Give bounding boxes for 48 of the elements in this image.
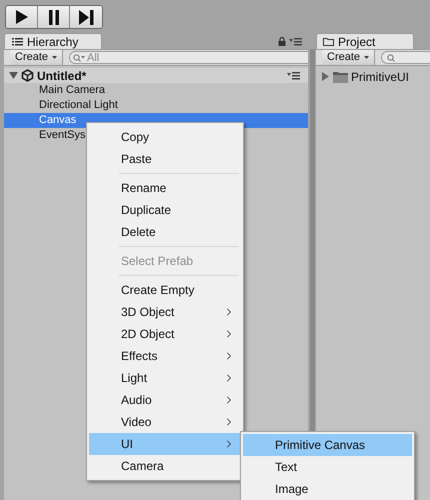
caret-icon [52, 56, 58, 59]
menu-item[interactable]: Paste [89, 148, 241, 170]
pause-icon [48, 10, 60, 24]
hierarchy-item[interactable]: Directional Light [4, 98, 308, 113]
folder-icon [323, 38, 334, 46]
menu-item[interactable]: Primitive Canvas [243, 434, 412, 456]
scene-name: Untitled* [37, 70, 86, 82]
item-label: PrimitiveUI [351, 70, 410, 82]
menu-item[interactable]: Create Empty [89, 279, 241, 301]
expand-arrow-icon[interactable] [9, 71, 18, 80]
menu-item[interactable]: Effects [89, 345, 241, 367]
folder-icon [333, 70, 348, 82]
pause-button[interactable] [38, 6, 70, 28]
expand-arrow-icon[interactable] [321, 72, 330, 81]
menu-item[interactable]: Text [243, 456, 412, 478]
search-field[interactable]: All [69, 51, 308, 64]
menu-item[interactable]: Image [243, 478, 412, 500]
play-button[interactable] [6, 6, 38, 28]
step-icon [78, 10, 94, 24]
menu-icon[interactable] [287, 72, 300, 80]
search-icon [387, 54, 396, 62]
menu-item[interactable]: 2D Object [89, 323, 241, 345]
menu-item[interactable]: 3D Object [89, 301, 241, 323]
menu-item[interactable]: Duplicate [89, 199, 241, 221]
search-field[interactable] [381, 51, 430, 64]
hierarchy-item[interactable]: Main Camera [4, 83, 308, 98]
menu-item[interactable]: Audio [89, 389, 241, 411]
menu-icon[interactable] [289, 38, 302, 46]
project-item[interactable]: PrimitiveUI [316, 69, 430, 84]
lock-icon[interactable] [278, 37, 286, 46]
menu-item[interactable]: Copy [89, 126, 241, 148]
menu-item[interactable]: Light [89, 367, 241, 389]
caret-icon [364, 56, 370, 59]
play-icon [14, 9, 28, 25]
project-tab[interactable]: Project [316, 33, 414, 49]
scene-header[interactable]: Untitled* [4, 68, 308, 83]
menu-item[interactable]: Camera [89, 455, 241, 477]
create-dropdown[interactable]: Create [322, 50, 376, 65]
search-icon [73, 54, 86, 62]
unity-logo-icon [21, 69, 34, 82]
menu-item[interactable]: Video [89, 411, 241, 433]
menu-item[interactable]: UI [89, 433, 241, 455]
menu-item[interactable]: Delete [89, 221, 241, 243]
step-button[interactable] [70, 6, 102, 28]
create-dropdown[interactable]: Create [10, 50, 64, 65]
list-icon [12, 38, 23, 46]
menu-item[interactable]: Rename [89, 177, 241, 199]
hierarchy-tab[interactable]: Hierarchy [4, 33, 102, 49]
